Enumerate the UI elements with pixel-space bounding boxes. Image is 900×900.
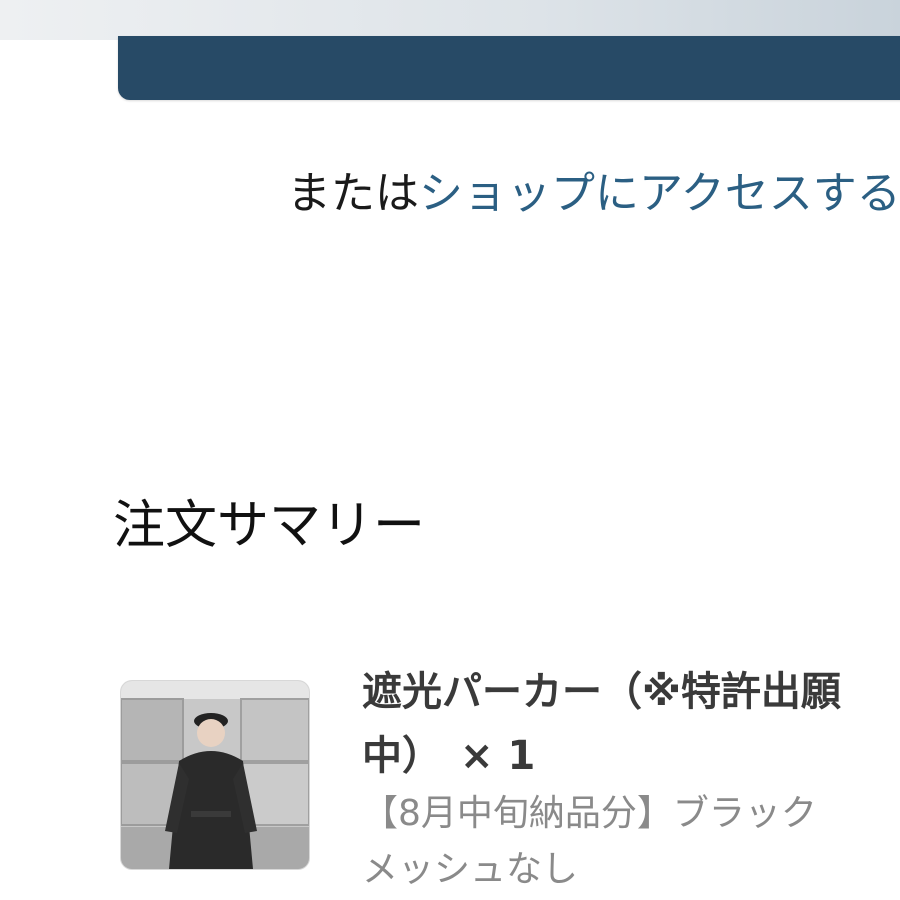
shop-access-line: またはショップにアクセスする <box>287 166 900 222</box>
checkout-page: またはショップにアクセスする 注文サマリー 遮光パーカー（※特許出願中） × 1 … <box>0 0 900 900</box>
product-photo-icon <box>121 681 309 869</box>
browser-top-bar <box>0 0 900 40</box>
shop-access-link[interactable]: ショップにアクセスする <box>419 168 900 219</box>
product-thumbnail[interactable] <box>120 680 310 870</box>
order-summary-title: 注文サマリー <box>113 496 426 556</box>
product-variant: 【8月中旬納品分】ブラックメッシュなし <box>362 793 817 890</box>
express-checkout-button[interactable] <box>118 36 900 100</box>
product-title: 遮光パーカー（※特許出願中） <box>362 669 841 779</box>
alt-prefix-text: または <box>287 168 419 219</box>
product-quantity: × 1 <box>460 733 536 779</box>
product-name: 遮光パーカー（※特許出願中） × 1 <box>362 660 842 788</box>
